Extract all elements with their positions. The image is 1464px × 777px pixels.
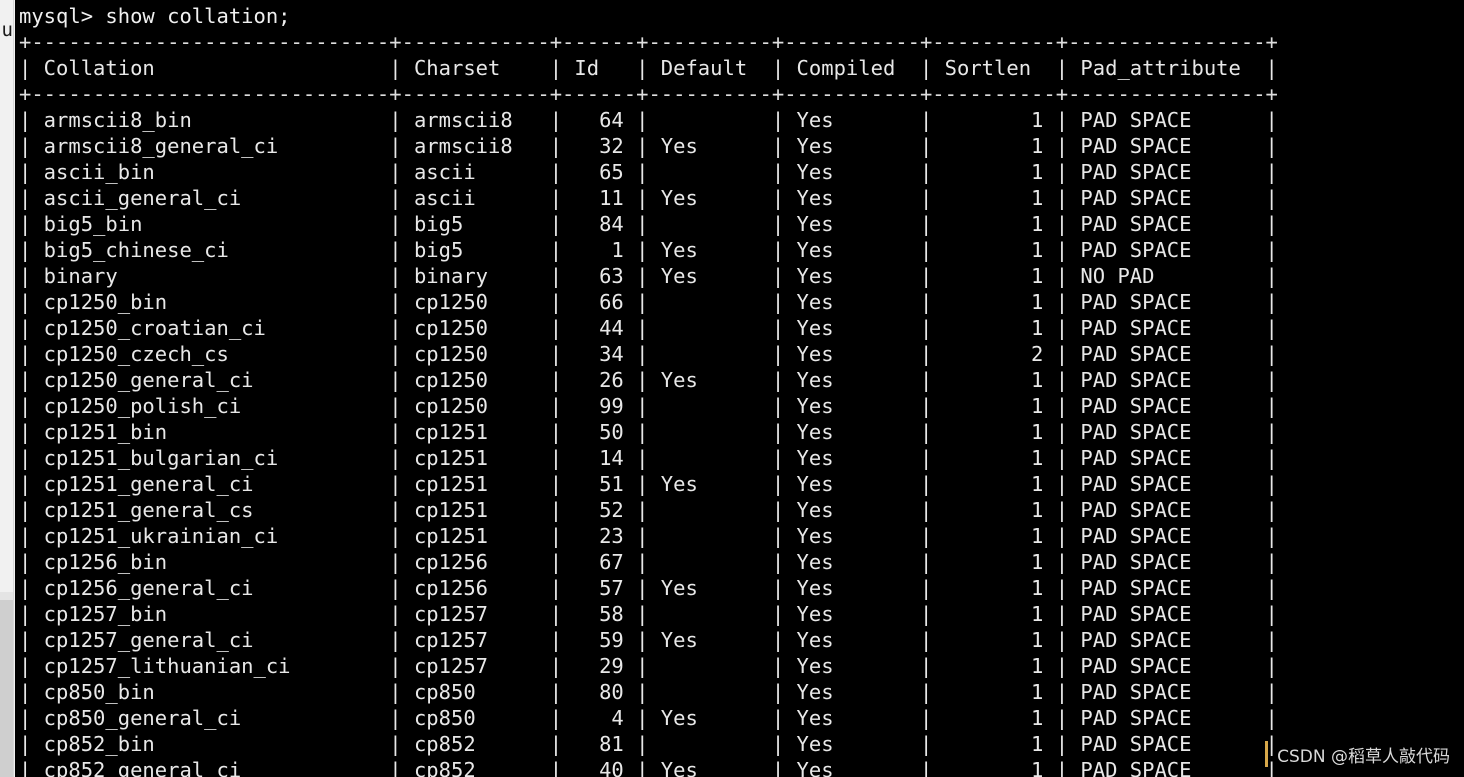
table-row: | cp1251_bulgarian_ci | cp1251 | 14 | | … — [19, 446, 1278, 470]
gutter-divider — [0, 592, 13, 600]
terminal-screen[interactable]: mysql> show collation; +-----------------… — [15, 0, 1464, 777]
table-row: | cp1250_czech_cs | cp1250 | 34 | | Yes … — [19, 342, 1278, 366]
table-row: | armscii8_bin | armscii8 | 64 | | Yes |… — [19, 108, 1278, 132]
table-rule-header: +-----------------------------+---------… — [19, 82, 1278, 106]
table-row: | cp1251_bin | cp1251 | 50 | | Yes | 1 |… — [19, 420, 1278, 444]
table-row: | cp1250_general_ci | cp1250 | 26 | Yes … — [19, 368, 1278, 392]
table-row: | cp1250_polish_ci | cp1250 | 99 | | Yes… — [19, 394, 1278, 418]
table-row: | cp1257_general_ci | cp1257 | 59 | Yes … — [19, 628, 1278, 652]
terminal-prompt-line: mysql> show collation; — [19, 4, 291, 28]
table-row: | ascii_general_ci | ascii | 11 | Yes | … — [19, 186, 1278, 210]
table-row: | cp1250_bin | cp1250 | 66 | | Yes | 1 |… — [19, 290, 1278, 314]
window-frame: u mysql> show collation; +---------------… — [0, 0, 1464, 777]
table-row: | big5_bin | big5 | 84 | | Yes | 1 | PAD… — [19, 212, 1278, 236]
table-row: | cp852_general_ci | cp852 | 40 | Yes | … — [19, 758, 1278, 777]
table-row: | cp1251_ukrainian_ci | cp1251 | 23 | | … — [19, 524, 1278, 548]
table-row: | binary | binary | 63 | Yes | Yes | 1 |… — [19, 264, 1278, 288]
table-row: | big5_chinese_ci | big5 | 1 | Yes | Yes… — [19, 238, 1278, 262]
table-row: | ascii_bin | ascii | 65 | | Yes | 1 | P… — [19, 160, 1278, 184]
table-row: | cp1257_bin | cp1257 | 58 | | Yes | 1 |… — [19, 602, 1278, 626]
table-row: | cp1257_lithuanian_ci | cp1257 | 29 | |… — [19, 654, 1278, 678]
table-row: | cp1251_general_cs | cp1251 | 52 | | Ye… — [19, 498, 1278, 522]
table-row: | armscii8_general_ci | armscii8 | 32 | … — [19, 134, 1278, 158]
table-row: | cp850_general_ci | cp850 | 4 | Yes | Y… — [19, 706, 1278, 730]
window-left-gutter: u — [0, 0, 14, 777]
table-rule-top: +-----------------------------+---------… — [19, 30, 1278, 54]
table-row: | cp1251_general_ci | cp1251 | 51 | Yes … — [19, 472, 1278, 496]
table-row: | cp850_bin | cp850 | 80 | | Yes | 1 | P… — [19, 680, 1278, 704]
scrollbar-track[interactable] — [0, 600, 13, 777]
table-row: | cp1256_general_ci | cp1256 | 57 | Yes … — [19, 576, 1278, 600]
table-row: | cp1250_croatian_ci | cp1250 | 44 | | Y… — [19, 316, 1278, 340]
gutter-ghost-character: u — [1, 20, 13, 40]
table-row: | cp1256_bin | cp1256 | 67 | | Yes | 1 |… — [19, 550, 1278, 574]
table-header-row: | Collation | Charset | Id | Default | C… — [19, 56, 1278, 80]
table-row: | cp852_bin | cp852 | 81 | | Yes | 1 | P… — [19, 732, 1278, 756]
terminal-window[interactable]: mysql> show collation; +-----------------… — [15, 0, 1464, 777]
